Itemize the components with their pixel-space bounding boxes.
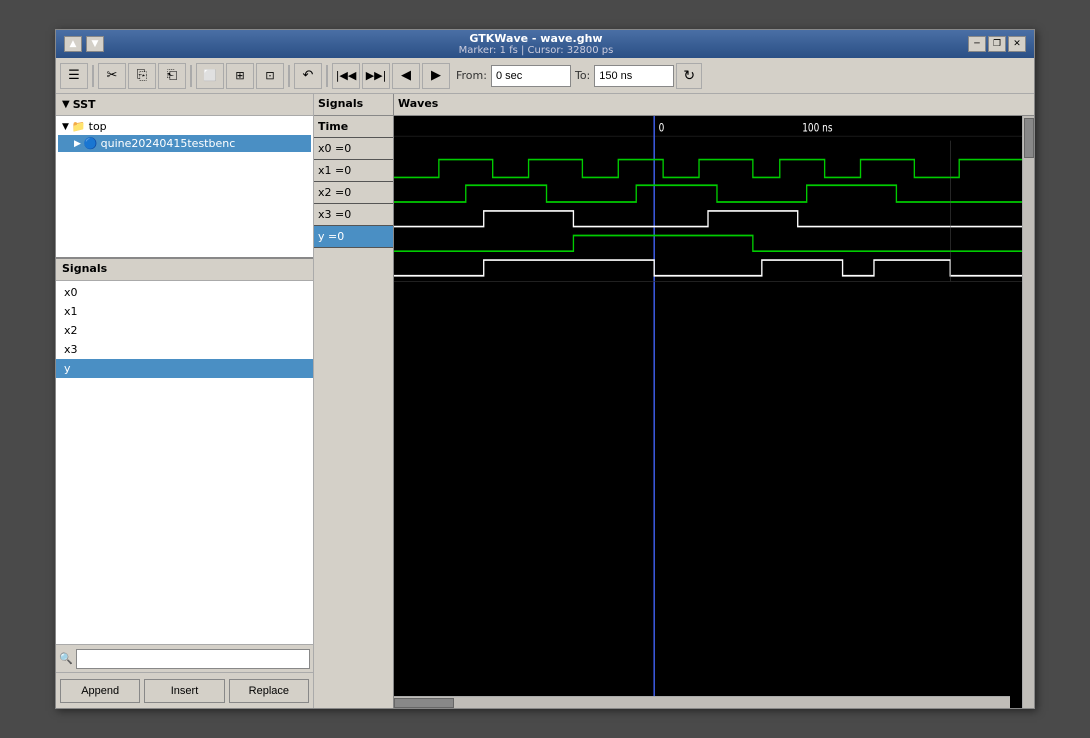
signal-item-x0[interactable]: x0	[56, 283, 313, 302]
tree-item-label-testbench: quine20240415testbenc	[101, 137, 236, 150]
time-row: Time	[314, 116, 393, 138]
signals-header: Signals	[56, 259, 313, 281]
module-icon: 🔵	[84, 137, 98, 150]
sst-panel: ▼ SST ▼ 📁 top ▶ 🔵 quine20240415testbenc	[56, 94, 313, 259]
signal-row-x0: x0 =0	[314, 138, 393, 160]
close-button[interactable]: ✕	[1008, 36, 1026, 52]
right-panel: Signals Waves Time x0 =0 x1 =0	[314, 94, 1034, 708]
chevron-right-icon: ▶	[74, 139, 81, 149]
signal-row-y: y =0	[314, 226, 393, 248]
signals-panel: Signals x0 x1 x2 x3 y 🔍 Append Insert Re…	[56, 259, 313, 708]
down-arrow-btn[interactable]: ▼	[86, 36, 104, 52]
sst-header: ▼ SST	[56, 94, 313, 116]
cut-button[interactable]: ✂	[98, 63, 126, 89]
undo-button[interactable]: ↶	[294, 63, 322, 89]
signal-item-x2[interactable]: x2	[56, 321, 313, 340]
tree-item-top[interactable]: ▼ 📁 top	[58, 118, 311, 135]
waveform-svg: 0 100 ns	[394, 116, 1022, 708]
prev-button[interactable]: ◀	[392, 63, 420, 89]
left-panel: ▼ SST ▼ 📁 top ▶ 🔵 quine20240415testbenc	[56, 94, 314, 708]
next-button[interactable]: ▶	[422, 63, 450, 89]
to-input[interactable]	[594, 65, 674, 87]
signals-search-bar: 🔍	[56, 644, 313, 672]
zoom-fit-button[interactable]: ⊞	[226, 63, 254, 89]
signals-search-input[interactable]	[76, 649, 310, 669]
minimize-button[interactable]: ─	[968, 36, 986, 52]
vertical-scrollbar[interactable]	[1022, 116, 1034, 708]
chevron-down-icon: ▼	[62, 122, 69, 132]
up-arrow-btn[interactable]: ▲	[64, 36, 82, 52]
restore-button[interactable]: ❐	[988, 36, 1006, 52]
select-all-button[interactable]: ⬜	[196, 63, 224, 89]
titlebar-title-group: GTKWave - wave.ghw Marker: 1 fs | Cursor…	[104, 32, 968, 56]
sst-tree[interactable]: ▼ 📁 top ▶ 🔵 quine20240415testbenc	[56, 116, 313, 257]
rewind-button[interactable]: |◀◀	[332, 63, 360, 89]
time-label: Time	[318, 120, 348, 133]
toolbar-separator-3	[288, 65, 290, 87]
main-area: ▼ SST ▼ 📁 top ▶ 🔵 quine20240415testbenc	[56, 94, 1034, 708]
insert-button[interactable]: Insert	[144, 679, 224, 703]
signal-row-x1: x1 =0	[314, 160, 393, 182]
toolbar-separator-4	[326, 65, 328, 87]
titlebar-controls: ─ ❐ ✕	[968, 36, 1026, 52]
svg-text:0: 0	[659, 123, 665, 135]
window-title: GTKWave - wave.ghw	[469, 32, 602, 45]
from-label: From:	[456, 69, 487, 82]
svg-text:100 ns: 100 ns	[802, 123, 832, 135]
signal-item-y[interactable]: y	[56, 359, 313, 378]
from-to-group: From: To:	[456, 65, 674, 87]
main-window: ▲ ▼ GTKWave - wave.ghw Marker: 1 fs | Cu…	[55, 29, 1035, 709]
titlebar-left: ▲ ▼	[64, 36, 104, 52]
hamburger-menu-button[interactable]: ☰	[60, 63, 88, 89]
zoom-sel-button[interactable]: ⊡	[256, 63, 284, 89]
vertical-scrollbar-thumb[interactable]	[1024, 118, 1034, 158]
waveform-canvas[interactable]: 0 100 ns	[394, 116, 1022, 708]
paste-button[interactable]: ⎗	[158, 63, 186, 89]
tree-item-testbench[interactable]: ▶ 🔵 quine20240415testbenc	[58, 135, 311, 152]
tree-item-label-top: top	[89, 120, 107, 133]
signal-row-x2: x2 =0	[314, 182, 393, 204]
horizontal-scrollbar[interactable]	[394, 696, 1010, 708]
replace-button[interactable]: Replace	[229, 679, 309, 703]
folder-icon: 📁	[72, 120, 86, 133]
toolbar: ☰ ✂ ⎘ ⎗ ⬜ ⊞ ⊡ ↶ |◀◀ ▶▶| ◀ ▶ From: To: ↻	[56, 58, 1034, 94]
signal-item-x1[interactable]: x1	[56, 302, 313, 321]
refresh-button[interactable]: ↻	[676, 63, 702, 89]
toolbar-separator-2	[190, 65, 192, 87]
titlebar: ▲ ▼ GTKWave - wave.ghw Marker: 1 fs | Cu…	[56, 30, 1034, 58]
bottom-buttons: Append Insert Replace	[56, 672, 313, 708]
signal-row-x3: x3 =0	[314, 204, 393, 226]
sst-title: SST	[73, 98, 96, 111]
search-icon: 🔍	[59, 652, 73, 665]
signals-column-header: Signals	[314, 94, 394, 115]
fast-forward-button[interactable]: ▶▶|	[362, 63, 390, 89]
to-label: To:	[575, 69, 590, 82]
append-button[interactable]: Append	[60, 679, 140, 703]
wave-display: Time x0 =0 x1 =0 x2 =0 x3 =0 y	[314, 116, 1034, 708]
waves-header-row: Signals Waves	[314, 94, 1034, 116]
horizontal-scrollbar-thumb[interactable]	[394, 698, 454, 708]
copy-button[interactable]: ⎘	[128, 63, 156, 89]
waves-column-header: Waves	[394, 94, 1034, 115]
window-subtitle: Marker: 1 fs | Cursor: 32800 ps	[459, 45, 614, 56]
from-input[interactable]	[491, 65, 571, 87]
signal-names-col: Time x0 =0 x1 =0 x2 =0 x3 =0 y	[314, 116, 394, 708]
signals-list[interactable]: x0 x1 x2 x3 y	[56, 281, 313, 644]
toolbar-separator-1	[92, 65, 94, 87]
signal-item-x3[interactable]: x3	[56, 340, 313, 359]
